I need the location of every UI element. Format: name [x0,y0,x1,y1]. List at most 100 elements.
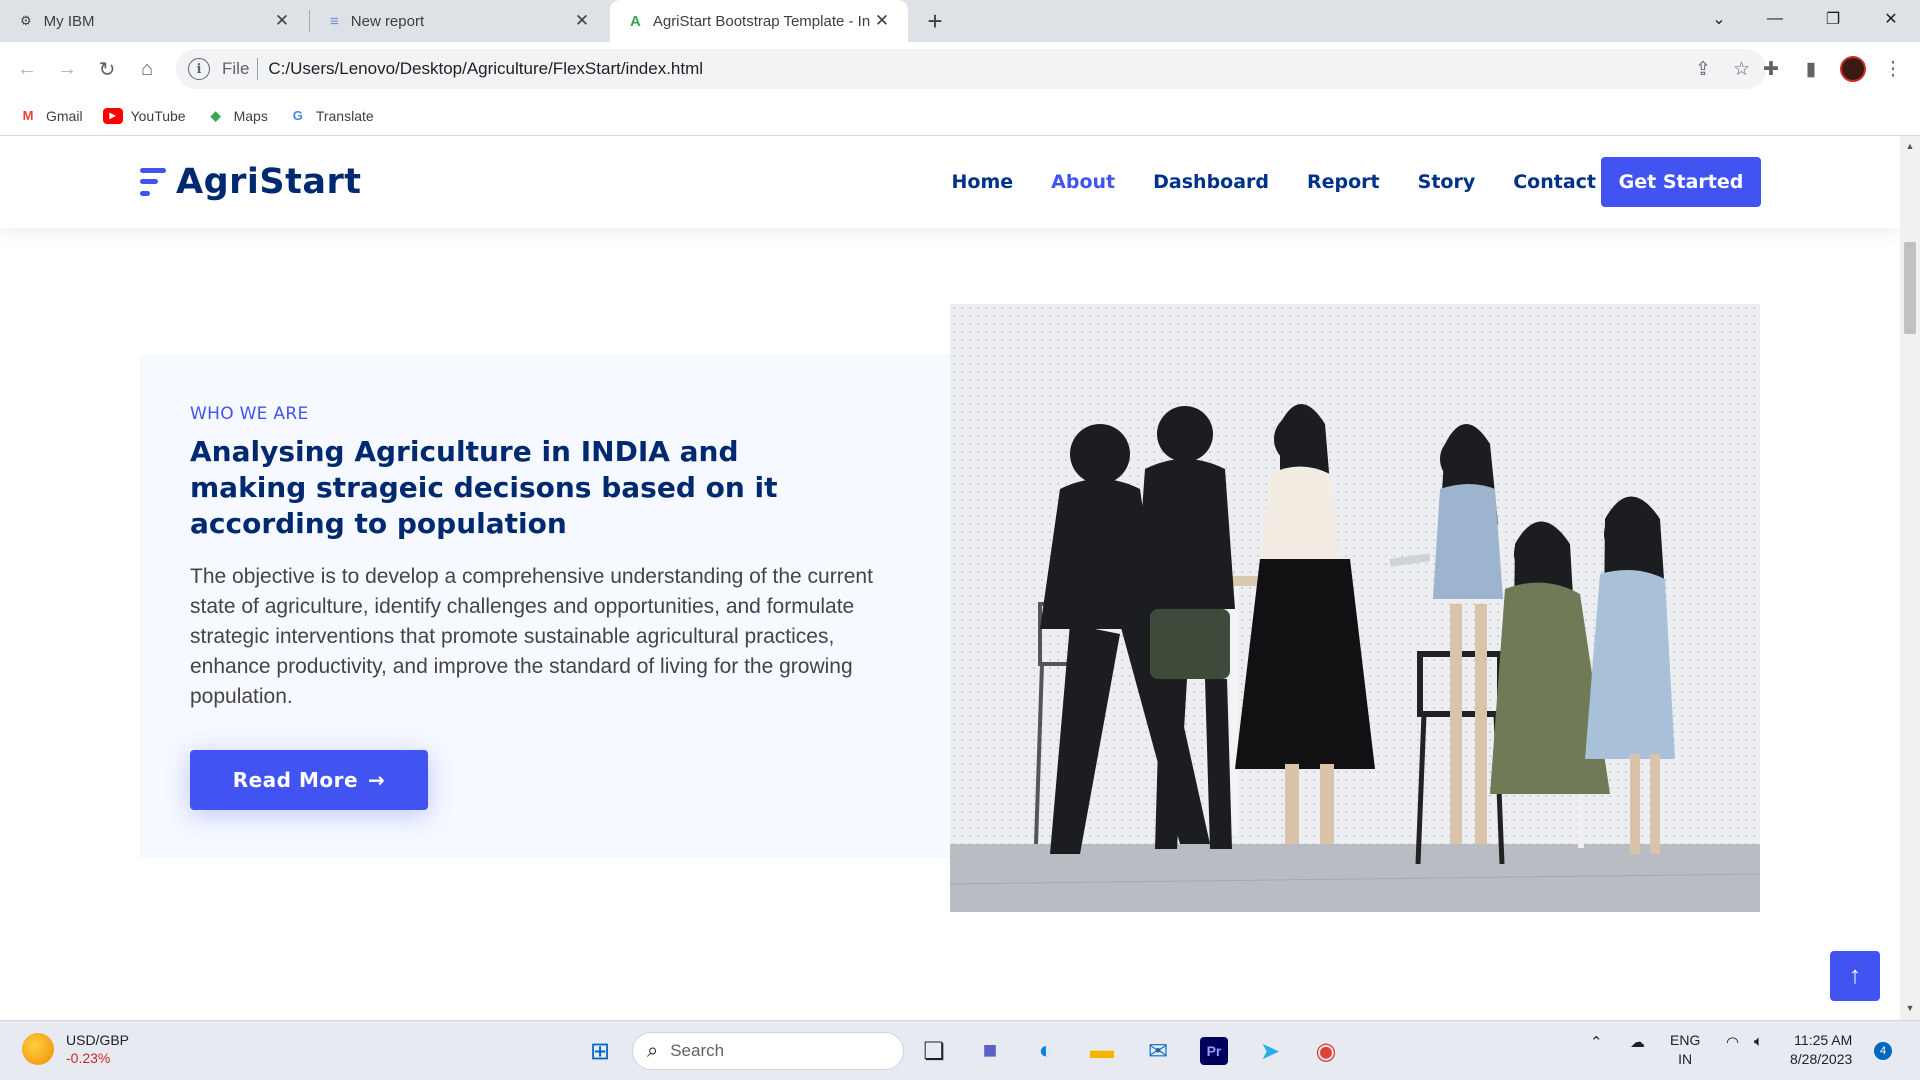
clock-time: 11:25 AM [1794,1032,1853,1048]
about-heading: Analysing Agriculture in INDIA and makin… [190,435,778,540]
close-icon[interactable]: ✕ [872,11,892,31]
notification-badge[interactable]: 4 [1874,1042,1892,1060]
nav-story[interactable]: Story [1418,171,1476,193]
nav-report[interactable]: Report [1307,171,1380,193]
nav-about[interactable]: About [1051,171,1115,193]
show-hidden-icons[interactable]: ⌃ [1590,1033,1603,1051]
gmail-icon: M [22,108,34,123]
read-more-button[interactable]: Read More → [190,750,428,810]
page-scrollbar[interactable]: ▲ ▼ [1900,136,1920,1020]
reload-icon[interactable]: ↻ [92,54,122,84]
restore-button[interactable]: ❐ [1810,0,1856,38]
brand-name: AgriStart [176,162,362,202]
bookmark-label: YouTube [130,107,186,124]
scrollbar-thumb[interactable] [1904,242,1916,334]
extensions-icon[interactable]: ✚ [1756,54,1786,84]
ticker-name: USD/GBP [66,1032,130,1048]
mail-icon[interactable]: ✉ [1138,1031,1178,1071]
url-divider [257,58,259,80]
browser-toolbar: ← → ↻ ⌂ i File C:/Users/Lenovo/Desktop/A… [0,42,1920,96]
menu-icon[interactable]: ⋮ [1878,54,1908,84]
tab-title: AgriStart Bootstrap Template - In [652,12,871,30]
read-more-label: Read More [232,768,359,792]
file-explorer-icon[interactable]: ▬ [1082,1031,1122,1071]
profile-avatar[interactable] [1840,56,1866,82]
get-started-button[interactable]: Get Started [1601,157,1761,207]
bookmark-label: Translate [315,107,374,124]
bookmark-label: Maps [233,107,268,124]
address-bar[interactable]: i File C:/Users/Lenovo/Desktop/Agricultu… [176,49,1766,89]
system-clock[interactable]: 11:25 AM 8/28/2023 [1790,1031,1852,1069]
report-icon: ≡ [330,12,339,30]
nav-dashboard[interactable]: Dashboard [1153,171,1269,193]
task-view-icon[interactable]: ❏ [914,1031,954,1071]
edge-icon[interactable]: ◐ [1026,1031,1066,1071]
close-window-button[interactable]: ✕ [1868,0,1914,38]
nav-contact[interactable]: Contact [1513,171,1596,193]
ibm-icon: ⚙ [20,13,32,28]
onedrive-icon[interactable]: ☁ [1630,1033,1645,1051]
close-icon[interactable]: ✕ [272,11,292,31]
close-icon[interactable]: ✕ [572,11,592,31]
search-icon: ⌕ [647,1039,659,1062]
main-nav: Home About Dashboard Report Story Contac… [914,136,1596,228]
tab-my-ibm[interactable]: ⚙ My IBM ✕ [0,0,308,42]
new-tab-button[interactable]: + [920,6,950,36]
arrow-up-icon: ↑ [1849,962,1861,989]
telegram-icon[interactable]: ➤ [1250,1031,1290,1071]
tab-agristart[interactable]: A AgriStart Bootstrap Template - In ✕ [610,0,908,42]
bookmark-maps[interactable]: ◆ Maps [206,108,268,124]
tab-title: New report [350,12,425,30]
url-text[interactable]: C:/Users/Lenovo/Desktop/Agriculture/Flex… [268,59,703,79]
about-description: The objective is to develop a comprehens… [190,565,873,708]
tab-search-icon[interactable]: ⌄ [1696,0,1742,38]
share-icon[interactable]: ⇪ [1695,58,1711,81]
home-icon[interactable]: ⌂ [132,54,162,84]
premiere-pro-icon[interactable]: Pr [1194,1031,1234,1071]
region-code: IN [1678,1051,1693,1067]
currency-icon [22,1033,54,1065]
nav-home[interactable]: Home [952,171,1014,193]
tab-strip: ⚙ My IBM ✕ ≡ New report ✕ A AgriStart Bo… [0,0,1920,42]
arrow-right-icon: → [368,768,386,792]
chrome-icon[interactable]: ◉ [1306,1031,1346,1071]
bookmark-gmail[interactable]: M Gmail [18,108,83,124]
forward-icon[interactable]: → [52,54,82,84]
windows-start-icon[interactable]: ⊞ [580,1031,620,1071]
site-logo[interactable]: AgriStart [140,162,361,202]
side-panel-icon[interactable]: ▮ [1796,54,1826,84]
bookmark-translate[interactable]: G Translate [288,108,374,124]
minimize-button[interactable]: — [1752,0,1798,38]
tab-new-report[interactable]: ≡ New report ✕ [310,0,608,42]
tab-title: My IBM [43,12,95,30]
maps-icon: ◆ [210,107,221,123]
stock-widget[interactable]: USD/GBP -0.23% [22,1031,129,1067]
back-icon[interactable]: ← [12,54,42,84]
back-to-top-button[interactable]: ↑ [1830,951,1880,1001]
taskbar-search[interactable]: ⌕ Search [632,1032,904,1070]
language-indicator[interactable]: ENG IN [1670,1031,1700,1069]
team-photo-illustration [950,304,1760,912]
windows-taskbar: USD/GBP -0.23% ⊞ ⌕ Search ❏ ■ ◐ ▬ ✉ Pr ➤… [0,1020,1920,1080]
teams-icon[interactable]: ■ [970,1031,1010,1071]
url-scheme: File [222,59,250,78]
scroll-down-icon[interactable]: ▼ [1904,1002,1916,1014]
agristart-icon: A [630,12,641,30]
site-header: AgriStart Home About Dashboard Report St… [0,136,1900,228]
bookmark-star-icon[interactable]: ☆ [1733,58,1750,81]
clock-date: 8/28/2023 [1790,1051,1853,1067]
wifi-icon[interactable]: ◠ [1726,1033,1739,1051]
search-placeholder: Search [670,1041,725,1060]
language-code: ENG [1670,1032,1701,1048]
bookmark-youtube[interactable]: ▶ YouTube [102,107,186,124]
logo-mark-icon [140,166,166,198]
section-eyebrow: WHO WE ARE [190,404,309,424]
translate-icon: G [292,108,303,123]
scroll-up-icon[interactable]: ▲ [1904,140,1916,152]
youtube-icon: ▶ [102,107,123,124]
bookmark-label: Gmail [46,107,83,124]
volume-icon[interactable]: 🔈︎ [1754,1033,1763,1050]
page-viewport: AgriStart Home About Dashboard Report St… [0,136,1900,1020]
site-info-icon[interactable]: i [188,58,210,80]
ticker-change: -0.23% [66,1050,111,1066]
